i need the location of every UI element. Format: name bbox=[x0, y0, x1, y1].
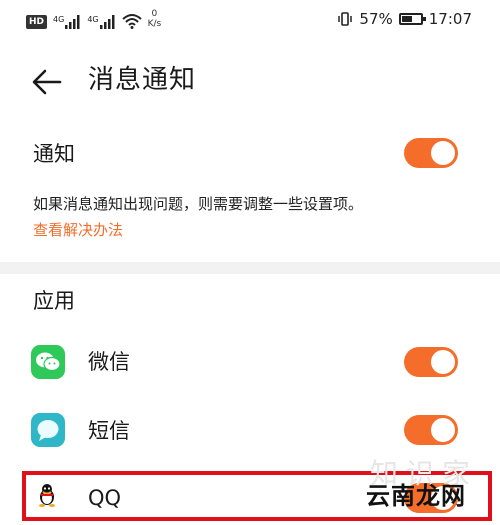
arrow-left-icon bbox=[32, 69, 62, 95]
help-link[interactable]: 查看解决办法 bbox=[33, 219, 123, 241]
toggle-knob bbox=[431, 418, 455, 442]
toggle-knob bbox=[431, 350, 455, 374]
battery-percent: 57% bbox=[359, 10, 393, 28]
page-title: 消息通知 bbox=[88, 65, 197, 95]
back-button[interactable] bbox=[26, 62, 66, 102]
app-name: 微信 bbox=[88, 350, 130, 374]
section-title-apps: 应用 bbox=[33, 289, 75, 313]
network-speed-value: 0 bbox=[151, 9, 158, 19]
sim2-signal: 4G bbox=[87, 15, 115, 29]
network-speed: 0 K/s bbox=[148, 9, 162, 29]
sim2-label: 4G bbox=[87, 15, 99, 24]
app-name: 短信 bbox=[88, 419, 130, 443]
hd-badge: HD bbox=[26, 15, 48, 29]
wifi-icon bbox=[121, 14, 142, 29]
battery-icon bbox=[398, 13, 426, 25]
clock: 17:07 bbox=[428, 10, 472, 28]
header: 消息通知 bbox=[0, 50, 500, 110]
messages-toggle[interactable] bbox=[404, 415, 458, 445]
section-divider bbox=[0, 262, 500, 274]
wechat-toggle[interactable] bbox=[404, 347, 458, 377]
signal-icon bbox=[99, 15, 115, 29]
notification-description: 如果消息通知出现问题，则需要调整一些设置项。 bbox=[33, 195, 364, 213]
vibrate-icon bbox=[338, 12, 353, 26]
messages-icon bbox=[31, 413, 65, 447]
status-right: 57% 17:07 bbox=[337, 10, 472, 28]
notification-label: 通知 bbox=[33, 142, 75, 166]
sim1-label: 4G bbox=[53, 15, 65, 24]
network-speed-unit: K/s bbox=[147, 19, 162, 29]
sim1-signal: 4G bbox=[53, 15, 81, 29]
notification-toggle[interactable] bbox=[404, 138, 458, 168]
signal-icon bbox=[65, 15, 80, 29]
status-left: HD 4G 4G 0 K/s bbox=[26, 9, 161, 29]
status-bar: HD 4G 4G 0 K/s 57% 17:07 bbox=[0, 0, 500, 40]
battery-level bbox=[401, 16, 413, 22]
toggle-knob bbox=[431, 141, 455, 165]
watermark: 云南龙网 bbox=[366, 482, 466, 510]
wechat-icon bbox=[31, 345, 65, 379]
